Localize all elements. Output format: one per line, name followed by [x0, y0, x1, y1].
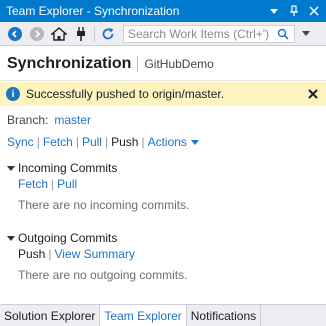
back-arrow-icon — [8, 26, 22, 41]
push-label: Push — [111, 135, 139, 149]
repo-name: GitHubDemo — [144, 56, 214, 71]
actions-row: Sync | Fetch | Pull | Push | Actions — [7, 134, 199, 150]
tab-team-explorer[interactable]: Team Explorer — [100, 305, 187, 326]
fetch-link[interactable]: Fetch — [43, 135, 73, 149]
separator: | — [48, 247, 52, 261]
pin-icon[interactable] — [286, 3, 302, 19]
page-title: Synchronization — [7, 54, 132, 72]
incoming-commits-title: Incoming Commits — [18, 161, 118, 175]
home-icon — [51, 26, 67, 41]
sync-content: Branch: master Sync | Fetch | Pull | Pus… — [7, 112, 319, 282]
search-box[interactable] — [123, 24, 295, 43]
pull-link[interactable]: Pull — [82, 135, 102, 149]
outgoing-empty-message: There are no outgoing commits. — [18, 268, 188, 282]
tab-notifications[interactable]: Notifications — [187, 305, 262, 326]
toolbar — [0, 22, 326, 46]
refresh-button[interactable] — [99, 25, 117, 43]
home-button[interactable] — [50, 25, 68, 43]
separator: | — [75, 135, 79, 149]
outgoing-commits-title: Outgoing Commits — [18, 231, 118, 245]
forward-button[interactable] — [28, 25, 46, 43]
incoming-fetch-link[interactable]: Fetch — [18, 177, 48, 191]
dropdown-icon[interactable] — [266, 3, 282, 19]
incoming-empty-message: There are no incoming commits. — [18, 198, 190, 212]
separator: | — [104, 135, 109, 149]
separator: | — [36, 135, 40, 149]
title-bar: Team Explorer - Synchronization — [0, 0, 326, 22]
incoming-commits-header[interactable]: Incoming Commits — [7, 160, 189, 176]
sync-link[interactable]: Sync — [7, 135, 34, 149]
plug-icon — [77, 26, 85, 41]
outgoing-push-label: Push — [18, 247, 46, 261]
actions-menu[interactable]: Actions — [148, 135, 199, 149]
info-bar: i Successfully pushed to origin/master. — [0, 82, 326, 106]
branch-label: Branch: — [7, 113, 49, 127]
outgoing-commits-header[interactable]: Outgoing Commits — [7, 230, 187, 246]
separator: | — [141, 135, 145, 149]
search-input[interactable] — [124, 25, 274, 42]
incoming-commits-section: Incoming Commits Fetch | Pull There are … — [7, 160, 189, 214]
search-icon[interactable] — [274, 28, 292, 40]
separator: | — [51, 177, 55, 191]
tab-solution-explorer[interactable]: Solution Explorer — [0, 305, 101, 326]
bottom-tab-bar: Solution Explorer Team Explorer Notifica… — [0, 304, 326, 326]
forward-arrow-icon — [30, 26, 44, 41]
branch-link[interactable]: master — [54, 113, 91, 127]
expand-triangle-icon[interactable] — [7, 165, 15, 171]
chevron-down-icon — [190, 140, 199, 146]
expand-triangle-icon[interactable] — [7, 235, 15, 241]
back-button[interactable] — [6, 25, 24, 43]
close-icon — [308, 89, 318, 99]
incoming-links: Fetch | Pull — [18, 176, 189, 192]
header-separator — [137, 55, 139, 72]
info-close-button[interactable] — [304, 86, 322, 102]
page-header: Synchronization GitHubDemo — [0, 47, 326, 81]
incoming-pull-link[interactable]: Pull — [57, 177, 77, 191]
view-summary-link[interactable]: View Summary — [54, 247, 134, 261]
connect-button[interactable] — [72, 25, 90, 43]
info-icon: i — [6, 87, 20, 101]
branch-row: Branch: master — [7, 112, 319, 128]
search-dropdown-button[interactable] — [297, 25, 315, 43]
info-message: Successfully pushed to origin/master. — [26, 87, 225, 101]
outgoing-commits-section: Outgoing Commits Push | View Summary The… — [7, 230, 187, 284]
toolbar-separator — [94, 25, 95, 42]
refresh-icon — [102, 27, 114, 39]
outgoing-links: Push | View Summary — [18, 246, 187, 262]
close-icon[interactable] — [306, 3, 322, 19]
actions-label: Actions — [147, 135, 187, 149]
window-title: Team Explorer - Synchronization — [6, 4, 180, 18]
chevron-down-icon — [302, 30, 310, 36]
